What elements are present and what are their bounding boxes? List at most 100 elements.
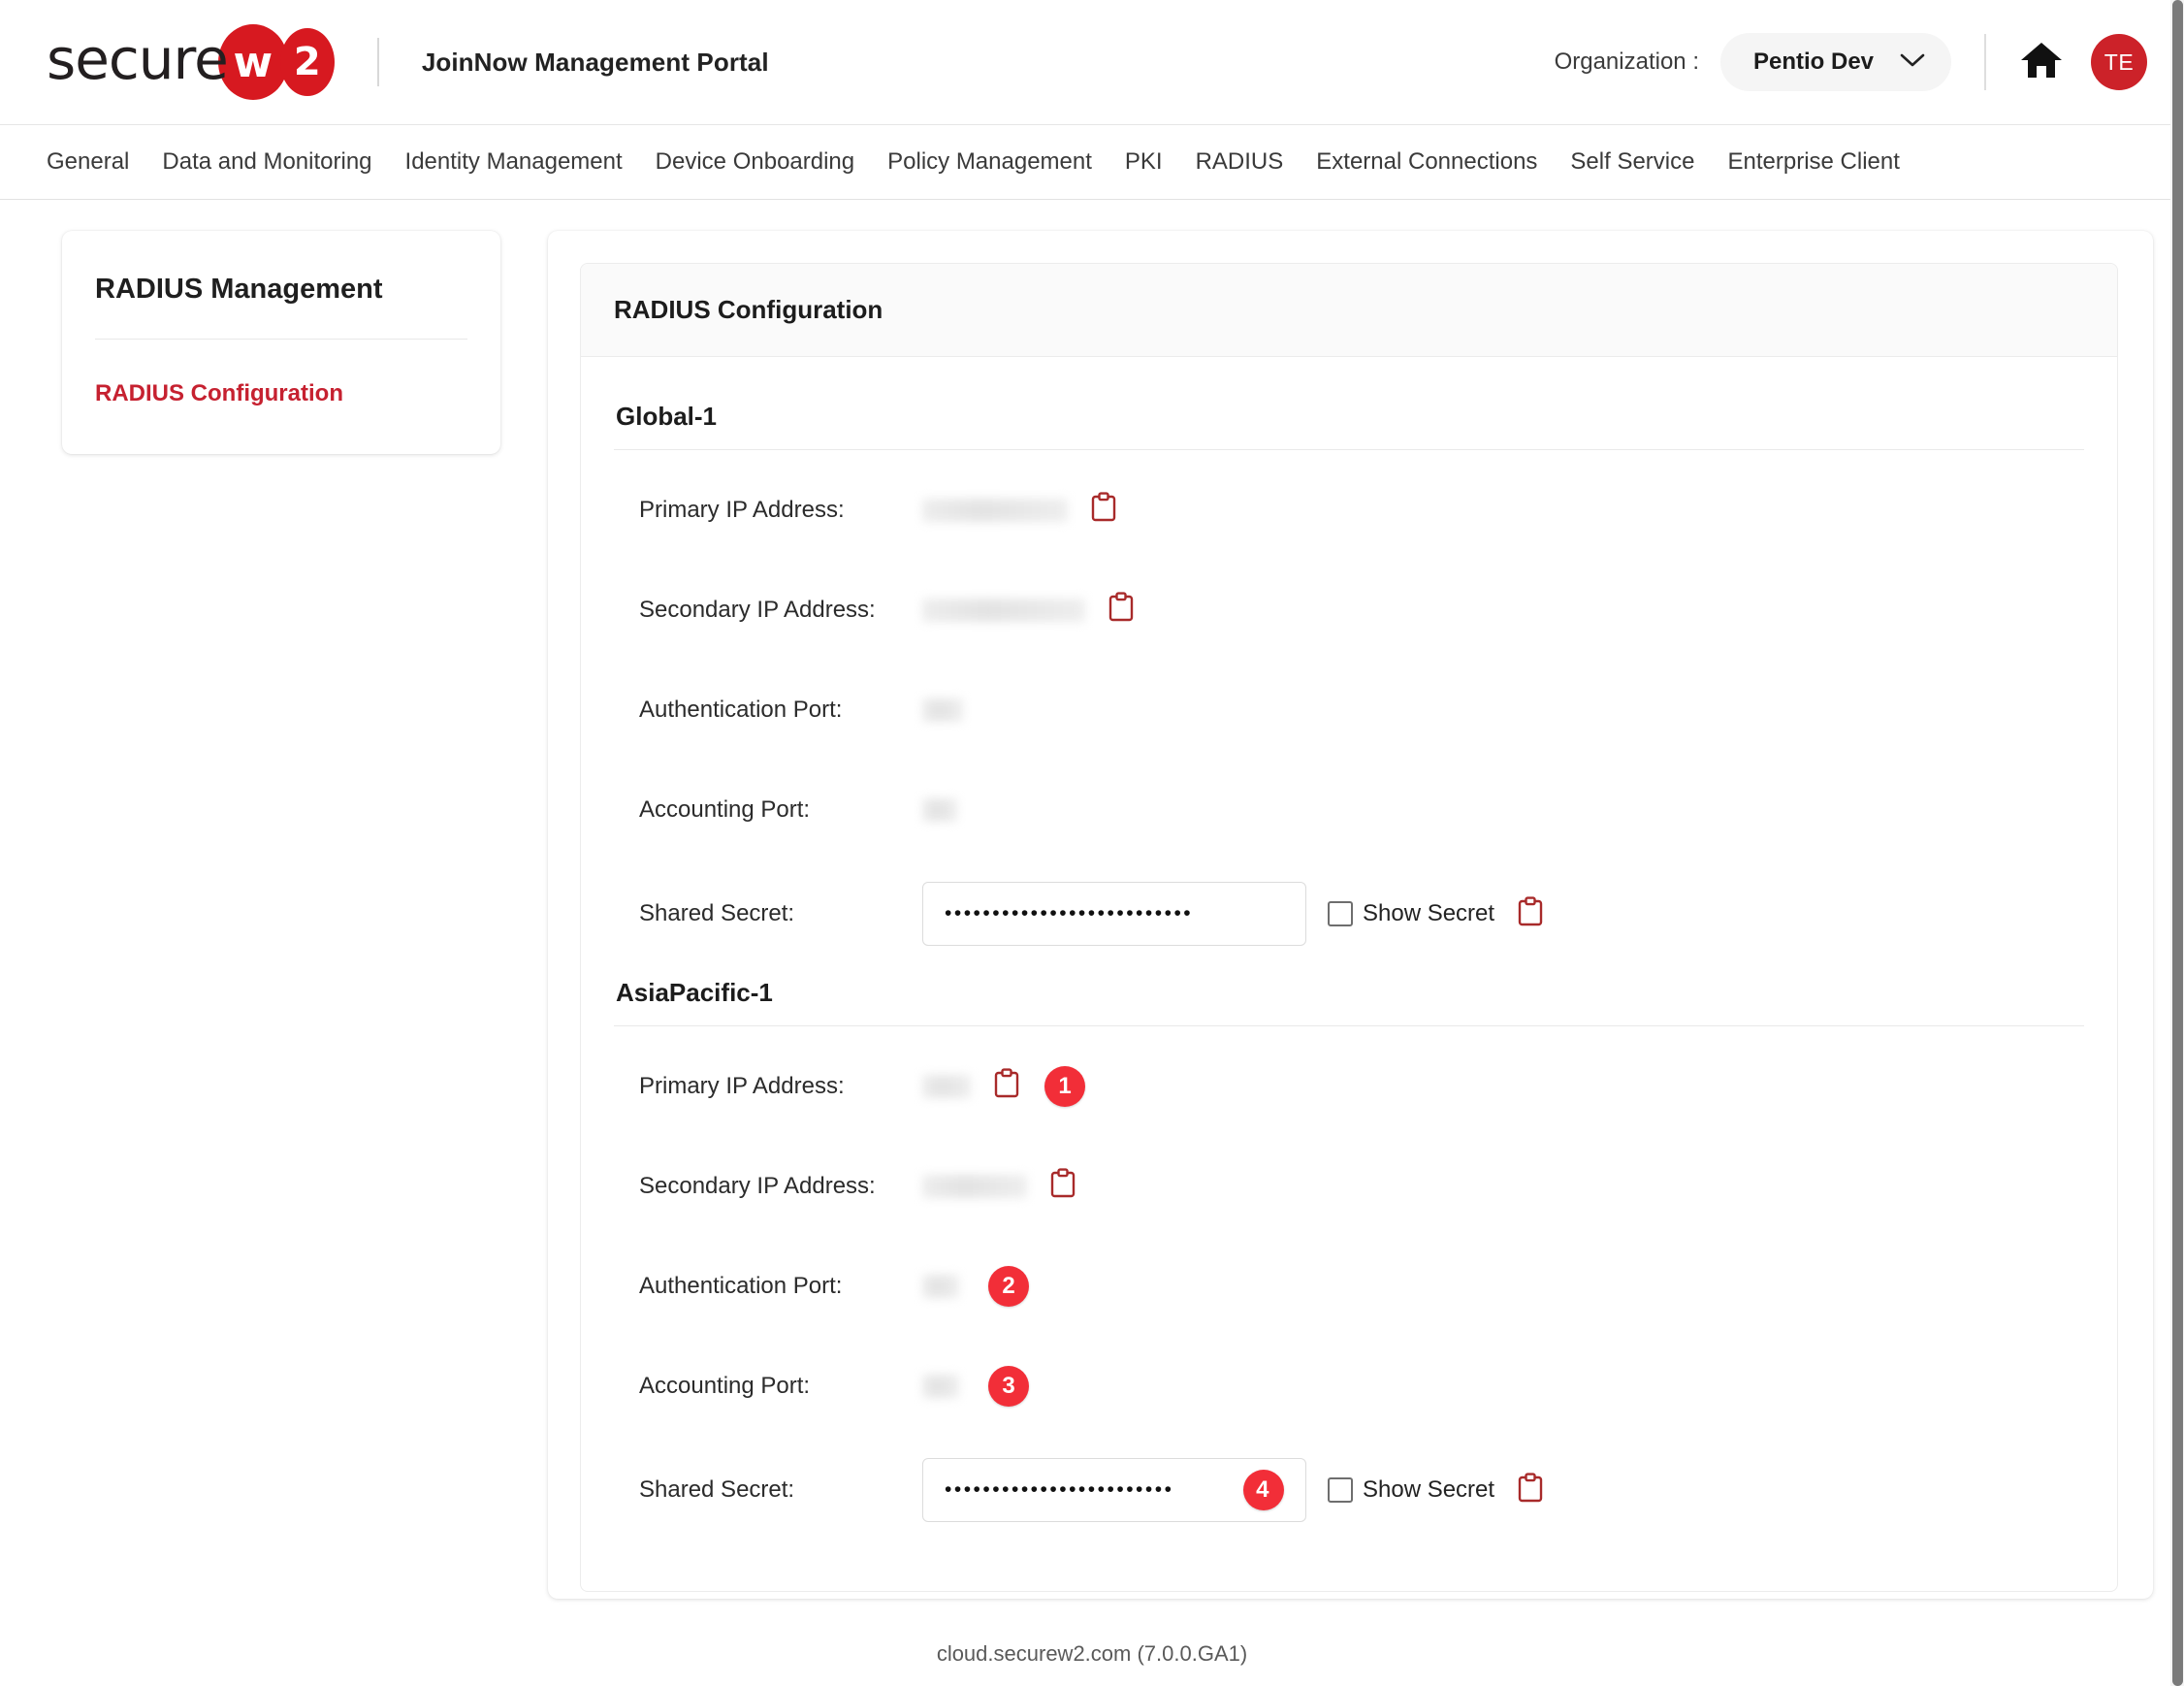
field-label: Primary IP Address:	[639, 1072, 845, 1099]
field-row-auth-port-global: Authentication Port:	[614, 660, 2084, 760]
field-label: Secondary IP Address:	[639, 1172, 876, 1199]
nav-item-radius[interactable]: RADIUS	[1179, 148, 1301, 176]
field-label: Shared Secret:	[639, 1476, 795, 1503]
redacted-value	[922, 1374, 959, 1398]
show-secret-label: Show Secret	[1363, 1476, 1495, 1503]
copy-icon[interactable]	[1048, 1168, 1077, 1204]
step-badge-3: 3	[988, 1365, 1029, 1407]
header-divider	[376, 38, 379, 86]
show-secret-group: Show Secret	[1328, 1476, 1494, 1504]
field-value-group	[899, 492, 1118, 528]
content-column: RADIUS Configuration Global-1 Primary IP…	[548, 231, 2184, 1686]
field-value-group	[899, 592, 1136, 628]
show-secret-checkbox[interactable]	[1328, 1477, 1353, 1503]
field-label: Primary IP Address:	[639, 496, 845, 523]
step-badge-1: 1	[1044, 1065, 1085, 1107]
section-title-asiapacific-1: AsiaPacific-1	[616, 978, 773, 1007]
copy-icon[interactable]	[1516, 1472, 1545, 1508]
redacted-value	[922, 1274, 959, 1298]
organization-dropdown[interactable]: Pentio Dev	[1720, 33, 1951, 91]
organization-label: Organization :	[1554, 49, 1699, 75]
field-value-group: 1	[899, 1065, 1085, 1107]
header-vertical-separator	[1984, 34, 1986, 90]
nav-item-data-and-monitoring[interactable]: Data and Monitoring	[145, 148, 388, 176]
field-label: Accounting Port:	[639, 795, 811, 823]
field-value-group: 2	[899, 1265, 1029, 1307]
field-row-shared-secret-global: Shared Secret: •••••••••••••••••••••••••…	[614, 859, 2084, 968]
content-panel: RADIUS Configuration Global-1 Primary IP…	[548, 231, 2153, 1599]
shared-secret-input[interactable]: •••••••••••••••••••••••• 4	[922, 1458, 1306, 1522]
field-row-secondary-ip-global: Secondary IP Address:	[614, 560, 2084, 660]
section-rule	[614, 449, 2084, 450]
field-row-acct-port-global: Accounting Port:	[614, 760, 2084, 859]
copy-icon[interactable]	[1107, 592, 1136, 628]
footer: cloud.securew2.com (7.0.0.GA1)	[0, 1622, 2184, 1686]
portal-title: JoinNow Management Portal	[421, 47, 769, 77]
nav-item-external-connections[interactable]: External Connections	[1300, 148, 1554, 176]
card-title: RADIUS Configuration	[581, 264, 2117, 357]
redacted-value	[922, 1074, 971, 1098]
field-row-shared-secret-apac: Shared Secret: •••••••••••••••••••••••• …	[614, 1436, 2084, 1544]
nav-item-self-service[interactable]: Self Service	[1554, 148, 1711, 176]
field-label: Accounting Port:	[639, 1372, 811, 1399]
redacted-value	[922, 598, 1085, 622]
logo-text: secure	[47, 26, 229, 92]
field-label: Secondary IP Address:	[639, 596, 876, 623]
redacted-value	[922, 697, 963, 722]
step-badge-2: 2	[988, 1265, 1029, 1307]
redacted-value	[922, 1174, 1027, 1198]
home-icon[interactable]	[2019, 40, 2064, 85]
section-rule	[614, 1025, 2084, 1026]
shared-secret-value: ••••••••••••••••••••••••	[945, 1478, 1174, 1501]
nav-item-policy-management[interactable]: Policy Management	[871, 148, 1108, 176]
nav-item-pki[interactable]: PKI	[1108, 148, 1179, 176]
logo-2-badge: 2	[279, 28, 335, 96]
page-body: RADIUS Management RADIUS Configuration R…	[0, 200, 2184, 1686]
nav-item-identity-management[interactable]: Identity Management	[389, 148, 639, 176]
field-value-group	[899, 1168, 1077, 1204]
field-label: Authentication Port:	[639, 696, 843, 723]
nav-item-enterprise-client[interactable]: Enterprise Client	[1711, 148, 1915, 176]
show-secret-group: Show Secret	[1328, 900, 1494, 927]
nav-item-device-onboarding[interactable]: Device Onboarding	[639, 148, 871, 176]
header-right-group: Organization : Pentio Dev TE	[1555, 33, 2147, 91]
main-navigation: General Data and Monitoring Identity Man…	[0, 124, 2184, 200]
sidebar-item-radius-configuration[interactable]: RADIUS Configuration	[95, 380, 467, 407]
page-scrollbar[interactable]	[2170, 0, 2184, 1686]
app-header: secure w 2 JoinNow Management Portal Org…	[0, 0, 2184, 124]
field-label: Authentication Port:	[639, 1272, 843, 1299]
redacted-value	[922, 797, 957, 822]
sidebar-column: RADIUS Management RADIUS Configuration	[0, 231, 548, 1686]
field-label: Shared Secret:	[639, 900, 795, 926]
logo-w-badge: w	[217, 24, 288, 100]
step-badge-4: 4	[1243, 1470, 1284, 1510]
footer-text: cloud.securew2.com (7.0.0.GA1)	[936, 1641, 1248, 1666]
field-value-group: 3	[899, 1365, 1029, 1407]
redacted-value	[922, 498, 1068, 522]
field-value-group	[899, 797, 957, 822]
chevron-down-icon	[1899, 51, 1926, 74]
sidebar-divider	[95, 339, 467, 340]
user-avatar[interactable]: TE	[2091, 34, 2147, 90]
field-row-secondary-ip-apac: Secondary IP Address:	[614, 1136, 2084, 1236]
logo-badges: w 2	[217, 24, 335, 100]
sidebar-title: RADIUS Management	[95, 274, 383, 305]
field-row-auth-port-apac: Authentication Port: 2	[614, 1236, 2084, 1336]
field-value-group	[899, 697, 963, 722]
show-secret-checkbox[interactable]	[1328, 901, 1353, 926]
copy-icon[interactable]	[992, 1068, 1021, 1104]
sidebar-card: RADIUS Management RADIUS Configuration	[62, 231, 500, 454]
nav-item-general[interactable]: General	[47, 148, 145, 176]
section-title-global-1: Global-1	[616, 402, 718, 431]
field-row-acct-port-apac: Accounting Port: 3	[614, 1336, 2084, 1436]
shared-secret-input[interactable]: ••••••••••••••••••••••••••	[922, 882, 1306, 946]
field-value-group: •••••••••••••••••••••••• 4 Show Secret	[899, 1458, 1545, 1522]
copy-icon[interactable]	[1516, 895, 1545, 932]
scrollbar-thumb[interactable]	[2172, 0, 2183, 1686]
card-body: Global-1 Primary IP Address: Secondary I…	[581, 357, 2117, 1591]
radius-configuration-card: RADIUS Configuration Global-1 Primary IP…	[580, 263, 2118, 1592]
copy-icon[interactable]	[1089, 492, 1118, 528]
organization-value: Pentio Dev	[1753, 49, 1875, 75]
show-secret-label: Show Secret	[1363, 900, 1495, 926]
securew2-logo[interactable]: secure w 2	[47, 24, 335, 100]
